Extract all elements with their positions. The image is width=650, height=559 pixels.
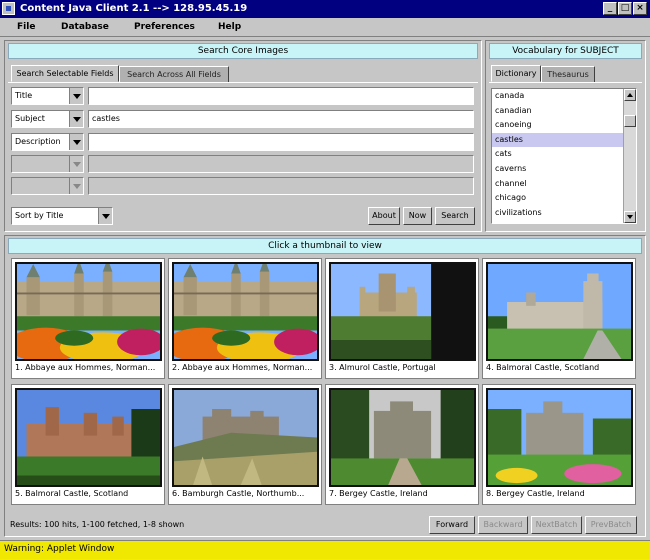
vocabulary-item[interactable]: chicago (492, 191, 636, 206)
thumbnail-image[interactable] (329, 388, 476, 487)
thumbnail-caption: 1. Abbaye aux Hommes, Norman... (15, 363, 156, 372)
next-batch-button: NextBatch (531, 516, 582, 534)
thumbnail-caption: 6. Bamburgh Castle, Northumb... (172, 489, 305, 498)
thumbnail-item[interactable]: 2. Abbaye aux Hommes, Norman... (168, 258, 322, 379)
menu-bar: File Database Preferences Help (0, 18, 650, 37)
tab-divider (8, 82, 478, 83)
thumbnail-item[interactable]: 7. Bergey Castle, Ireland (325, 384, 479, 505)
results-panel-header: Click a thumbnail to view (8, 238, 642, 254)
thumbnail-caption: 2. Abbaye aux Hommes, Norman... (172, 363, 313, 372)
thumbnail-caption: 7. Bergey Castle, Ireland (329, 489, 428, 498)
title-search-input[interactable] (88, 87, 474, 105)
forward-button[interactable]: Forward (429, 516, 475, 534)
tab-search-selectable-fields[interactable]: Search Selectable Fields (11, 65, 119, 82)
java-app-icon (2, 2, 15, 15)
now-button[interactable]: Now (403, 207, 432, 225)
vocabulary-item[interactable]: civilizations (492, 206, 636, 221)
field-select-value: Title (15, 91, 33, 100)
sort-select-value: Sort by Title (15, 211, 64, 220)
applet-warning-bar: Warning: Applet Window (0, 540, 650, 559)
thumbnail-item[interactable]: 6. Bamburgh Castle, Northumb... (168, 384, 322, 505)
menu-help[interactable]: Help (218, 22, 241, 32)
vocabulary-item[interactable]: canadian (492, 104, 636, 119)
vocabulary-item[interactable]: caverns (492, 162, 636, 177)
close-button[interactable]: × (633, 2, 647, 15)
maximize-button[interactable]: □ (618, 2, 632, 15)
search-button[interactable]: Search (435, 207, 475, 225)
chevron-down-icon[interactable] (98, 208, 112, 224)
thumbnail-caption: 8. Bergey Castle, Ireland (486, 489, 585, 498)
field-select-title[interactable]: Title (11, 87, 84, 105)
scroll-thumb[interactable] (624, 115, 636, 127)
scroll-down-icon[interactable] (624, 211, 636, 223)
chevron-down-icon[interactable] (69, 134, 83, 150)
tab-dictionary[interactable]: Dictionary (491, 65, 541, 82)
search-panel-header: Search Core Images (8, 43, 478, 59)
vocabulary-item[interactable]: cats (492, 147, 636, 162)
thumbnail-image[interactable] (172, 388, 319, 487)
disabled-search-input-5 (88, 177, 474, 195)
tab-divider (489, 82, 642, 83)
subject-search-input[interactable]: castles (88, 110, 474, 128)
thumbnail-image[interactable] (486, 388, 633, 487)
thumbnail-image[interactable] (15, 262, 162, 361)
menu-database[interactable]: Database (61, 22, 109, 32)
tab-search-across-all-fields[interactable]: Search Across All Fields (119, 66, 229, 83)
prev-batch-button: PrevBatch (585, 516, 637, 534)
vocabulary-item[interactable]: canoeing (492, 118, 636, 133)
vocabulary-item[interactable]: castles (492, 132, 636, 148)
thumbnail-caption: 4. Balmoral Castle, Scotland (486, 363, 600, 372)
thumbnail-image[interactable] (172, 262, 319, 361)
thumbnail-image[interactable] (329, 262, 476, 361)
vocabulary-item[interactable]: channel (492, 177, 636, 192)
description-search-input[interactable] (88, 133, 474, 151)
field-select-description[interactable]: Description (11, 133, 84, 151)
vocabulary-item[interactable]: canada (492, 89, 636, 104)
thumbnail-item[interactable]: 4. Balmoral Castle, Scotland (482, 258, 636, 379)
window-title: Content Java Client 2.1 --> 128.95.45.19 (20, 3, 248, 14)
vocabulary-panel-header: Vocabulary for SUBJECT (489, 43, 642, 59)
minimize-button[interactable]: _ (603, 2, 617, 15)
thumbnail-caption: 3. Almurol Castle, Portugal (329, 363, 436, 372)
chevron-down-icon (69, 156, 83, 172)
thumbnail-caption: 5. Balmoral Castle, Scotland (15, 489, 129, 498)
field-select-subject[interactable]: Subject (11, 110, 84, 128)
menu-preferences[interactable]: Preferences (134, 22, 195, 32)
about-button[interactable]: About (368, 207, 400, 225)
vocabulary-items: canada canadian canoeing castles cats caverns… (492, 89, 636, 220)
scroll-up-icon[interactable] (624, 89, 636, 101)
chevron-down-icon[interactable] (69, 111, 83, 127)
window-titlebar[interactable]: Content Java Client 2.1 --> 128.95.45.19… (0, 0, 650, 18)
vocabulary-list[interactable]: canada canadian canoeing castles cats caverns… (491, 88, 637, 224)
field-select-disabled-4 (11, 155, 84, 173)
thumbnail-image[interactable] (486, 262, 633, 361)
field-select-value: Subject (15, 114, 45, 123)
vocabulary-panel: Vocabulary for SUBJECT Dictionary Thesau… (485, 40, 646, 232)
sort-select[interactable]: Sort by Title (11, 207, 113, 225)
field-select-value: Description (15, 137, 61, 146)
thumbnail-image[interactable] (15, 388, 162, 487)
vocabulary-scrollbar[interactable] (623, 89, 636, 223)
results-panel: Click a thumbnail to view 1. Abbaye aux … (4, 235, 646, 537)
search-panel: Search Core Images Search Selectable Fie… (4, 40, 482, 232)
chevron-down-icon[interactable] (69, 88, 83, 104)
thumbnail-item[interactable]: 8. Bergey Castle, Ireland (482, 384, 636, 505)
disabled-search-input-4 (88, 155, 474, 173)
menu-file[interactable]: File (17, 22, 35, 32)
results-status-text: Results: 100 hits, 1-100 fetched, 1-8 sh… (10, 520, 185, 529)
chevron-down-icon (69, 178, 83, 194)
thumbnail-item[interactable]: 1. Abbaye aux Hommes, Norman... (11, 258, 165, 379)
field-select-disabled-5 (11, 177, 84, 195)
thumbnail-item[interactable]: 3. Almurol Castle, Portugal (325, 258, 479, 379)
tab-thesaurus[interactable]: Thesaurus (541, 66, 595, 83)
backward-button: Backward (478, 516, 528, 534)
thumbnail-item[interactable]: 5. Balmoral Castle, Scotland (11, 384, 165, 505)
